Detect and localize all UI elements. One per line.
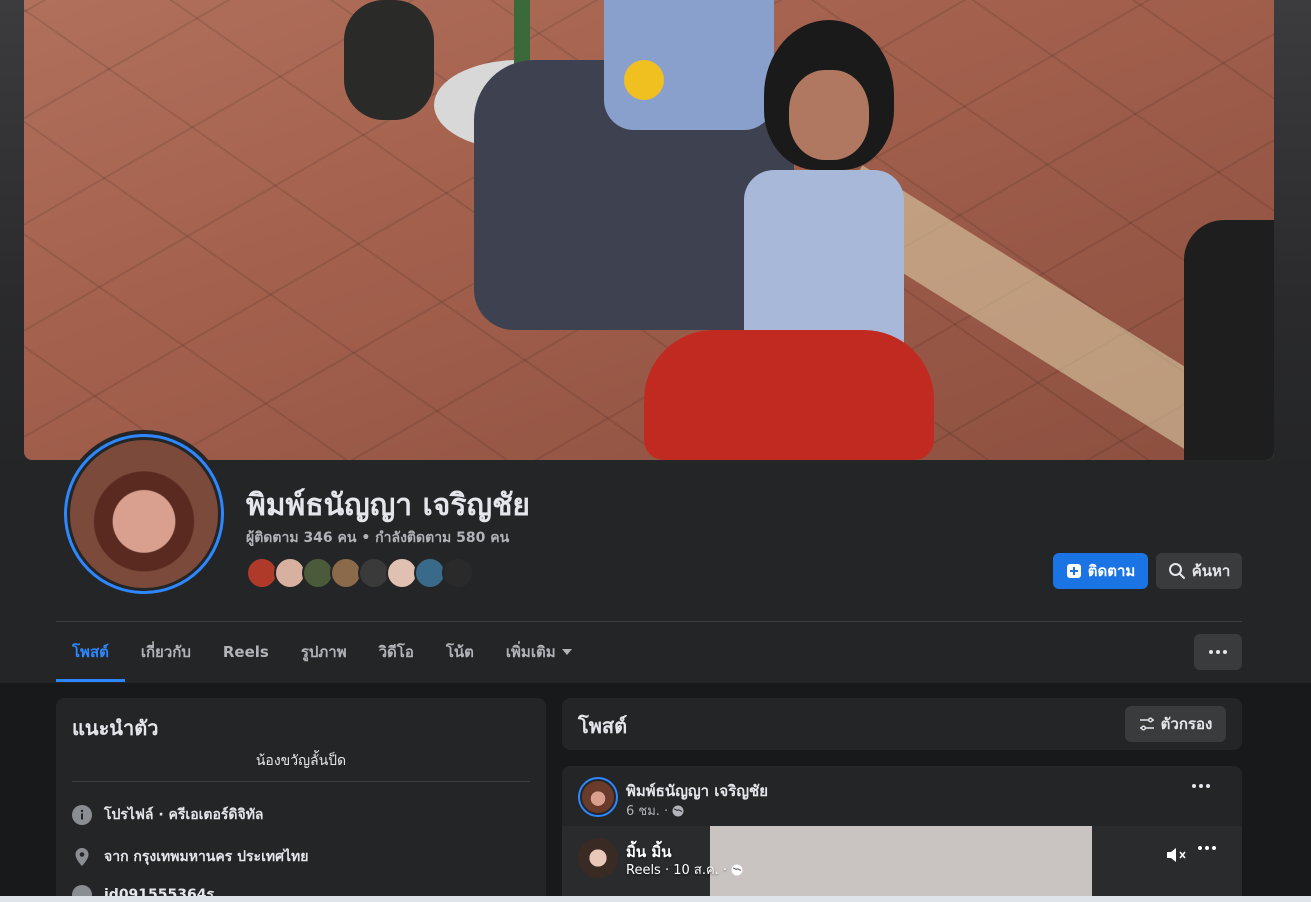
caret-down-icon [561, 649, 572, 655]
intro-title: แนะนำตัว [72, 716, 159, 740]
globe-icon [672, 805, 684, 816]
follow-button[interactable]: ติดตาม [1053, 553, 1148, 589]
profile-more-options-button[interactable] [1194, 634, 1242, 670]
more-dots-icon [1209, 650, 1227, 654]
post-timestamp: 6 ชม. · [626, 800, 684, 821]
post-card: พิมพ์ธนัญญา เจริญชัย 6 ชม. · มิ้น มิ้น R… [562, 766, 1242, 902]
reel-meta: Reels · 10 ส.ค. · [626, 859, 743, 880]
tab-about[interactable]: เกี่ยวกับ [125, 622, 207, 682]
reel-author-avatar[interactable] [578, 838, 618, 878]
mute-button[interactable] [1166, 846, 1188, 868]
search-label: ค้นหา [1191, 562, 1231, 580]
intro-card: แนะนำตัว น้องขวัญลั้นป็ด โปรไฟล์ · ครีเอ… [56, 698, 546, 902]
follow-label: ติดตาม [1087, 562, 1136, 580]
tab-reels[interactable]: Reels [207, 622, 285, 682]
filter-button[interactable]: ตัวกรอง [1125, 706, 1226, 742]
friend-avatar[interactable] [442, 557, 474, 589]
tab-notes[interactable]: โน้ต [430, 622, 490, 682]
profile-tabs: โพสต์ เกี่ยวกับ Reels รูปภาพ วิดีโอ โน้ต… [56, 622, 588, 682]
profile-name: พิมพ์ธนัญญา เจริญชัย [246, 488, 531, 523]
intro-hometown: จาก กรุงเทพมหานคร ประเทศไทย [72, 846, 308, 868]
intro-bio: น้องขวัญลั้นป็ด [255, 753, 347, 769]
more-dots-icon [1198, 846, 1216, 850]
intro-profile-type: โปรไฟล์ · ครีเอเตอร์ดิจิทัล [72, 804, 264, 826]
globe-icon [731, 864, 743, 875]
cover-photo[interactable] [24, 0, 1274, 460]
friends-avatar-list [246, 557, 474, 589]
filter-sliders-icon [1139, 717, 1154, 731]
posts-title: โพสต์ [578, 714, 628, 738]
profile-search-button[interactable]: ค้นหา [1156, 553, 1242, 589]
tab-videos[interactable]: วิดีโอ [363, 622, 430, 682]
posts-header-card: โพสต์ ตัวกรอง [562, 698, 1242, 750]
post-options-button[interactable] [1192, 784, 1210, 788]
window-bottom-edge [0, 896, 1311, 902]
shared-reel[interactable]: มิ้น มิ้น Reels · 10 ส.ค. · [562, 826, 1242, 902]
tab-photos[interactable]: รูปภาพ [285, 622, 363, 682]
reel-options-button[interactable] [1198, 846, 1216, 850]
followers-count[interactable]: ผู้ติดตาม 346 คน • กำลังติดตาม 580 คน [246, 527, 509, 549]
tab-more[interactable]: เพิ่มเติม [490, 622, 588, 682]
location-pin-icon [75, 848, 89, 866]
tab-posts[interactable]: โพสต์ [56, 622, 125, 682]
profile-picture[interactable] [60, 430, 228, 598]
more-dots-icon [1192, 784, 1210, 788]
info-icon [72, 805, 92, 825]
muted-speaker-icon [1167, 848, 1186, 862]
search-icon [1168, 563, 1185, 579]
post-author-avatar[interactable] [578, 777, 618, 817]
intro-divider [72, 781, 530, 782]
follow-plus-icon [1066, 564, 1081, 578]
